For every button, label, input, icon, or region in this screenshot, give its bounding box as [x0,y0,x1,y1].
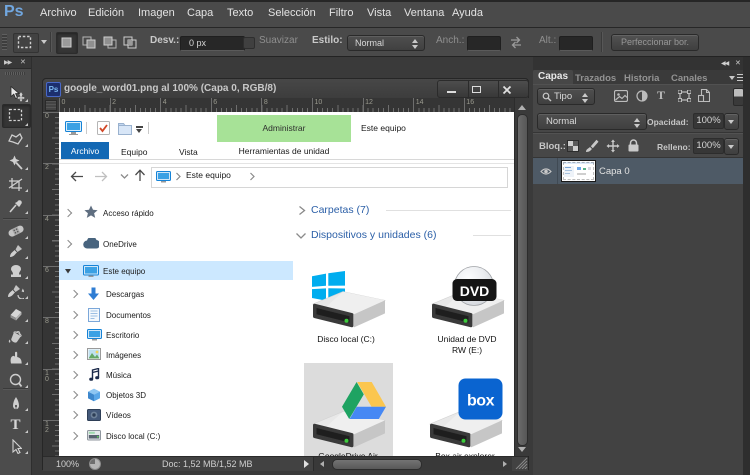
svg-text:box: box [467,393,495,410]
svg-text:DVD: DVD [460,283,490,299]
